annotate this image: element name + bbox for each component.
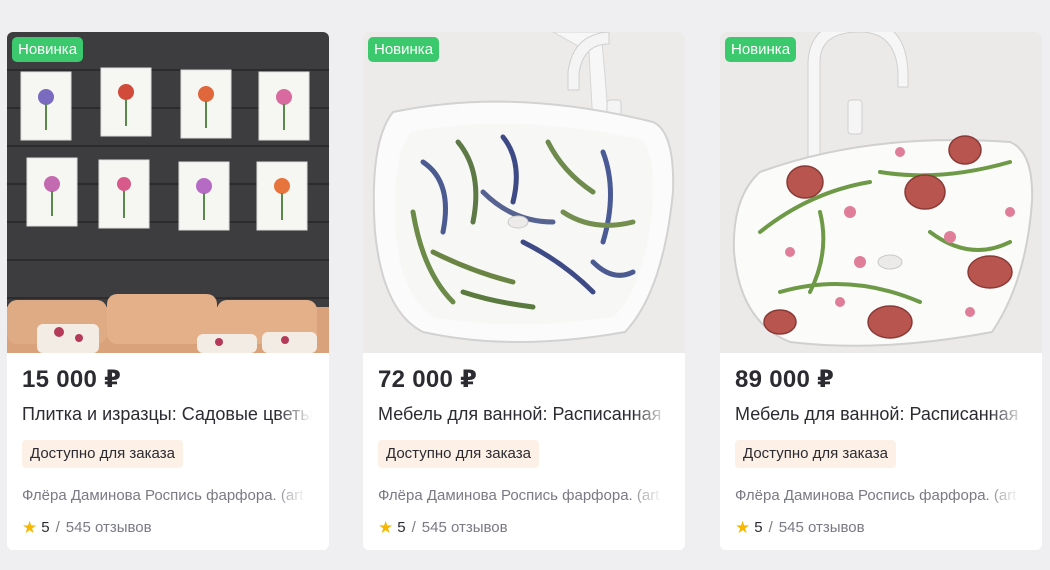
rating: ★ 5 / 545 отзывов: [378, 519, 508, 536]
new-badge: Новинка: [725, 37, 797, 62]
rating-separator: /: [768, 519, 773, 536]
seller-link[interactable]: Флёра Даминова Роспись фарфора. (art: [735, 487, 1020, 504]
new-badge: Новинка: [368, 37, 440, 62]
seller-link[interactable]: Флёра Даминова Роспись фарфора. (art: [22, 487, 307, 504]
rating: ★ 5 / 545 отзывов: [22, 519, 152, 536]
availability-tag: Доступно для заказа: [22, 440, 183, 468]
product-price: 15 000 ₽: [22, 366, 122, 393]
product-card[interactable]: Новинка 89 000 ₽ Мебель для ванной: Расп…: [720, 32, 1042, 550]
product-image-leaf-sink[interactable]: [363, 32, 685, 353]
product-image-botanical-prints[interactable]: [7, 32, 329, 353]
product-title[interactable]: Плитка и изразцы: Садовые цветы: [22, 404, 312, 425]
new-badge: Новинка: [12, 37, 84, 62]
product-image-pomegranate-sink[interactable]: [720, 32, 1042, 353]
star-icon: ★: [378, 518, 394, 537]
rating-separator: /: [411, 519, 416, 536]
reviews-count[interactable]: 545 отзывов: [66, 519, 152, 536]
reviews-count[interactable]: 545 отзывов: [779, 519, 865, 536]
seller-link[interactable]: Флёра Даминова Роспись фарфора. (art: [378, 487, 663, 504]
star-icon: ★: [22, 518, 38, 537]
product-price: 72 000 ₽: [378, 366, 478, 393]
rating-separator: /: [55, 519, 60, 536]
product-price: 89 000 ₽: [735, 366, 835, 393]
availability-tag: Доступно для заказа: [378, 440, 539, 468]
availability-tag: Доступно для заказа: [735, 440, 896, 468]
product-card[interactable]: Новинка 15 000 ₽ Плитка и изразцы: Садов…: [7, 32, 329, 550]
rating-value: 5: [754, 519, 763, 536]
product-title[interactable]: Мебель для ванной: Расписанная раковина: [735, 404, 1025, 425]
rating: ★ 5 / 545 отзывов: [735, 519, 865, 536]
product-title[interactable]: Мебель для ванной: Расписанная раковина: [378, 404, 668, 425]
rating-value: 5: [397, 519, 406, 536]
product-card[interactable]: Новинка 72 000 ₽ Мебель для ванной: Расп…: [363, 32, 685, 550]
rating-value: 5: [41, 519, 50, 536]
reviews-count[interactable]: 545 отзывов: [422, 519, 508, 536]
star-icon: ★: [735, 518, 751, 537]
